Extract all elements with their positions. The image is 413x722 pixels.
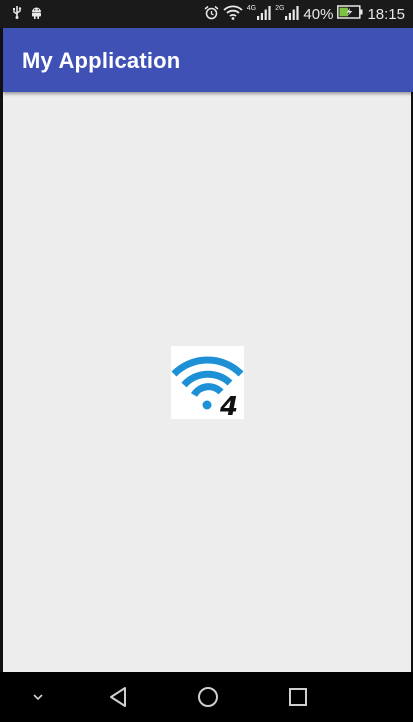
phone-screen: 4G 2G 40% 18:15 My Application 4: [0, 0, 413, 722]
home-button[interactable]: [186, 672, 230, 722]
recents-icon: [289, 688, 307, 706]
wifi-signal-icon: [223, 4, 243, 24]
back-icon: [110, 687, 126, 707]
cellular-signal-icon: [257, 5, 271, 24]
recents-button[interactable]: [276, 672, 320, 722]
collapse-button[interactable]: [20, 672, 56, 722]
status-system-icons: 4G 2G 40% 18:15: [204, 4, 405, 24]
back-button[interactable]: [96, 672, 140, 722]
wifi-overlay-digit: 4: [219, 392, 238, 419]
cellular-signal-icon: [285, 5, 300, 24]
navigation-bar: [0, 672, 413, 722]
battery-charging-icon: [337, 5, 363, 23]
app-title: My Application: [22, 48, 181, 73]
battery-percent: 40%: [303, 5, 334, 23]
usb-icon: [12, 5, 22, 23]
home-icon: [198, 687, 218, 707]
wifi-4-icon: 4: [171, 356, 244, 422]
status-notifications: [12, 5, 42, 23]
status-bar: 4G 2G 40% 18:15: [0, 0, 413, 28]
chevron-down-icon: [33, 694, 43, 701]
clock: 18:15: [367, 5, 405, 23]
app-bar: My Application: [3, 28, 413, 92]
android-debug-icon: [31, 6, 42, 23]
alarm-icon: [204, 5, 219, 24]
wifi-image: 4: [171, 346, 244, 422]
network-type-label: 2G: [275, 4, 285, 12]
network-type-label: 4G: [246, 4, 257, 12]
main-content: 4: [3, 92, 411, 672]
